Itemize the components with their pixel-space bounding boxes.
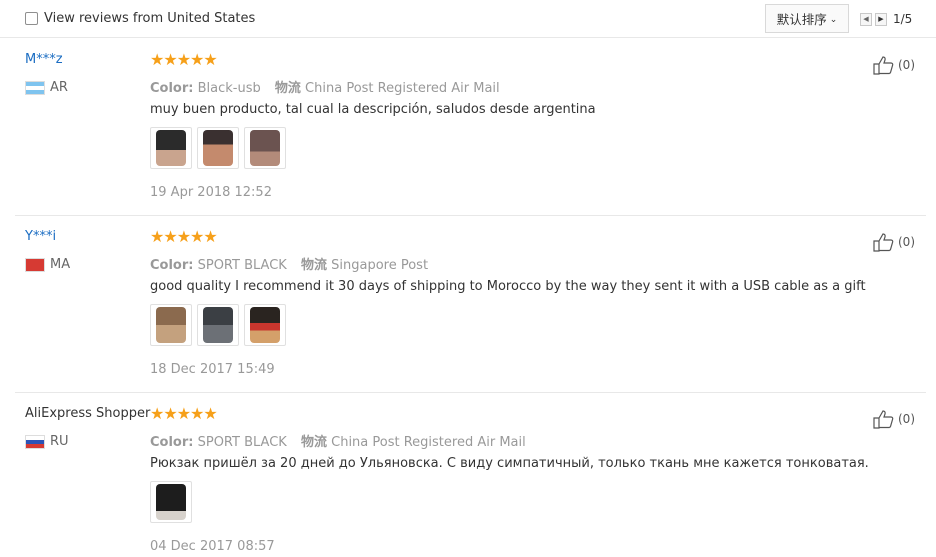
- shipping-label: 物流: [300, 258, 327, 273]
- pagination: ◀ ▶ 1/5: [860, 12, 912, 26]
- review-text: Рюкзак пришёл за 20 дней до Ульяновска. …: [150, 456, 869, 471]
- review-item: Y***i MA ★★★★★ Color: SPORT BLACK 物流 Sin…: [15, 216, 926, 393]
- us-reviews-label[interactable]: View reviews from United States: [44, 11, 255, 26]
- review-photos: [150, 127, 286, 169]
- reviewer-country: RU: [25, 434, 69, 449]
- us-reviews-checkbox[interactable]: [25, 12, 38, 25]
- review-item: AliExpress Shopper RU ★★★★★ Color: SPORT…: [15, 393, 926, 557]
- flag-icon: [25, 257, 45, 272]
- shipping-label: 物流: [274, 81, 301, 96]
- color-value: SPORT BLACK: [197, 258, 287, 273]
- review-date: 04 Dec 2017 08:57: [150, 539, 275, 554]
- country-filter[interactable]: View reviews from United States: [25, 11, 255, 26]
- review-date: 19 Apr 2018 12:52: [150, 185, 272, 200]
- review-item: M***z AR ★★★★★ Color: Black-usb 物流 China…: [15, 39, 926, 216]
- color-value: Black-usb: [197, 81, 261, 96]
- thumbs-up-icon: [873, 410, 894, 429]
- reviewer-name: AliExpress Shopper: [25, 406, 151, 421]
- color-value: SPORT BLACK: [197, 435, 287, 450]
- review-photo[interactable]: [244, 304, 286, 346]
- color-label: Color:: [150, 81, 194, 96]
- country-code: MA: [50, 257, 71, 272]
- review-photos: [150, 481, 192, 523]
- country-code: RU: [50, 434, 69, 449]
- review-photos: [150, 304, 286, 346]
- sort-dropdown[interactable]: 默认排序 ⌄: [765, 4, 849, 33]
- review-attributes: Color: SPORT BLACK 物流 China Post Registe…: [150, 431, 526, 450]
- helpful-button[interactable]: (0): [873, 232, 915, 252]
- review-date: 18 Dec 2017 15:49: [150, 362, 275, 377]
- helpful-count: (0): [898, 235, 915, 249]
- review-photo[interactable]: [197, 304, 239, 346]
- reviewer-name[interactable]: M***z: [25, 52, 63, 67]
- country-code: AR: [50, 80, 68, 95]
- reviewer-country: MA: [25, 257, 70, 272]
- color-label: Color:: [150, 435, 194, 450]
- chevron-down-icon: ⌄: [829, 14, 838, 25]
- review-photo[interactable]: [150, 127, 192, 169]
- color-label: Color:: [150, 258, 194, 273]
- prev-page-button[interactable]: ◀: [860, 12, 872, 26]
- page-indicator: 1/5: [893, 12, 913, 26]
- thumbs-up-icon: [873, 233, 894, 252]
- star-rating: ★★★★★: [150, 404, 218, 423]
- chevron-right-icon: ▶: [878, 15, 884, 23]
- flag-icon: [25, 434, 45, 449]
- review-photo[interactable]: [197, 127, 239, 169]
- flag-icon: [25, 80, 45, 95]
- helpful-count: (0): [898, 58, 915, 72]
- shipping-value: China Post Registered Air Mail: [305, 81, 500, 96]
- review-text: good quality I recommend it 30 days of s…: [150, 279, 866, 294]
- reviews-toolbar: View reviews from United States 默认排序 ⌄ ◀…: [0, 0, 936, 38]
- shipping-value: Singapore Post: [331, 258, 429, 273]
- shipping-label: 物流: [300, 435, 327, 450]
- review-photo[interactable]: [150, 304, 192, 346]
- helpful-count: (0): [898, 412, 915, 426]
- shipping-value: China Post Registered Air Mail: [331, 435, 526, 450]
- star-rating: ★★★★★: [150, 227, 218, 246]
- next-page-button[interactable]: ▶: [875, 12, 887, 26]
- chevron-left-icon: ◀: [863, 15, 869, 23]
- reviewer-name[interactable]: Y***i: [25, 229, 56, 244]
- helpful-button[interactable]: (0): [873, 409, 915, 429]
- review-text: muy buen producto, tal cual la descripci…: [150, 102, 596, 117]
- helpful-button[interactable]: (0): [873, 55, 915, 75]
- review-photo[interactable]: [244, 127, 286, 169]
- star-rating: ★★★★★: [150, 50, 218, 69]
- review-attributes: Color: SPORT BLACK 物流 Singapore Post: [150, 254, 428, 273]
- review-attributes: Color: Black-usb 物流 China Post Registere…: [150, 77, 500, 96]
- sort-label: 默认排序: [776, 12, 827, 27]
- review-photo[interactable]: [150, 481, 192, 523]
- thumbs-up-icon: [873, 56, 894, 75]
- reviewer-country: AR: [25, 80, 68, 95]
